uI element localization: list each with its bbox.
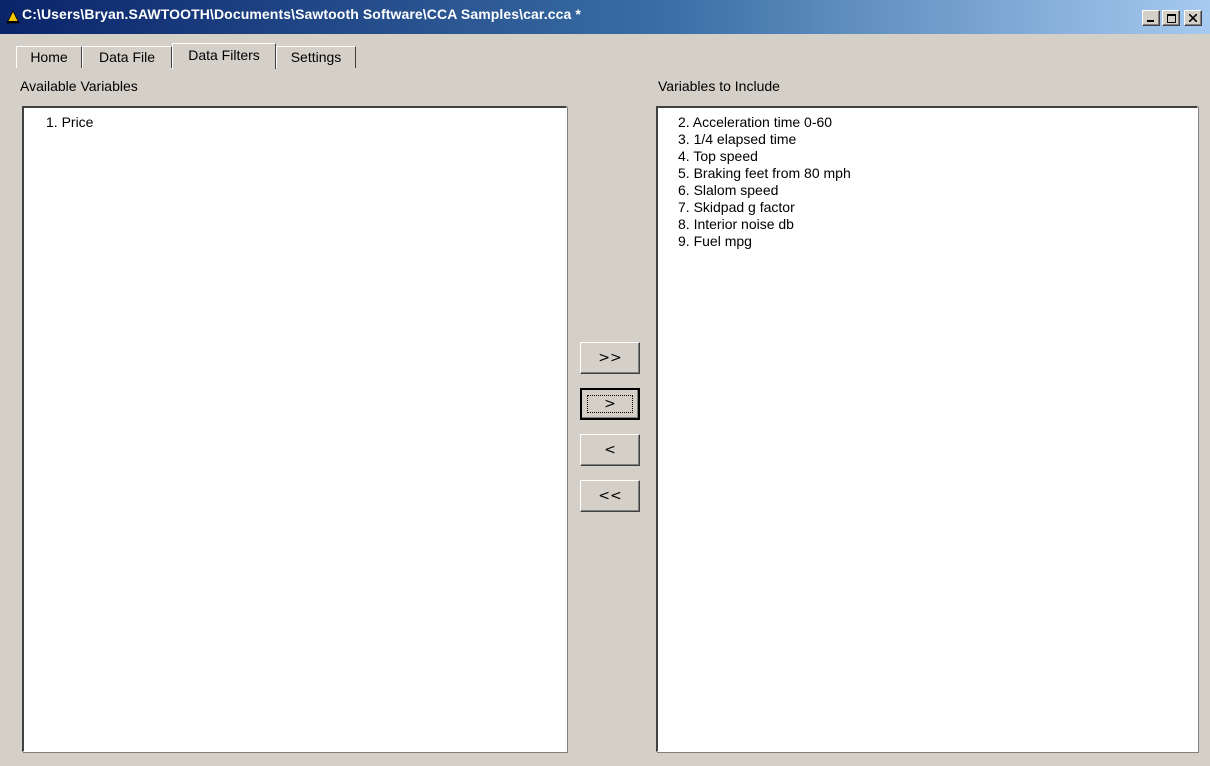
list-item[interactable]: 4. Top speed — [658, 148, 1197, 165]
remove-button[interactable]: < — [580, 434, 640, 466]
variables-to-include-list[interactable]: 2. Acceleration time 0-60 3. 1/4 elapsed… — [656, 106, 1198, 752]
tab-data-filters[interactable]: Data Filters — [172, 43, 276, 69]
tab-data-file[interactable]: Data File — [82, 46, 172, 68]
tab-home[interactable]: Home — [16, 46, 82, 68]
minimize-icon — [1147, 20, 1154, 22]
add-button[interactable]: > — [580, 388, 640, 420]
add-button-label: > — [587, 395, 633, 413]
list-item[interactable]: 1. Price — [24, 114, 566, 131]
close-button[interactable] — [1184, 10, 1202, 26]
list-item[interactable]: 9. Fuel mpg — [658, 233, 1197, 250]
list-item[interactable]: 3. 1/4 elapsed time — [658, 131, 1197, 148]
variables-to-include-label: Variables to Include — [658, 78, 780, 94]
tab-settings[interactable]: Settings — [276, 46, 356, 68]
remove-all-button[interactable]: << — [580, 480, 640, 512]
minimize-button[interactable] — [1142, 10, 1160, 26]
list-item[interactable]: 6. Slalom speed — [658, 182, 1197, 199]
title-bar[interactable]: C:\Users\Bryan.SAWTOOTH\Documents\Sawtoo… — [0, 0, 1210, 34]
close-icon — [1189, 14, 1197, 22]
available-variables-list[interactable]: 1. Price — [22, 106, 567, 752]
add-all-button[interactable]: >> — [580, 342, 640, 374]
list-item[interactable]: 7. Skidpad g factor — [658, 199, 1197, 216]
available-variables-label: Available Variables — [20, 78, 138, 94]
maximize-button[interactable] — [1162, 10, 1180, 26]
list-item[interactable]: 5. Braking feet from 80 mph — [658, 165, 1197, 182]
app-icon — [6, 10, 20, 24]
maximize-icon — [1166, 13, 1176, 23]
window-title: C:\Users\Bryan.SAWTOOTH\Documents\Sawtoo… — [22, 6, 581, 22]
list-item[interactable]: 2. Acceleration time 0-60 — [658, 114, 1197, 131]
list-item[interactable]: 8. Interior noise db — [658, 216, 1197, 233]
